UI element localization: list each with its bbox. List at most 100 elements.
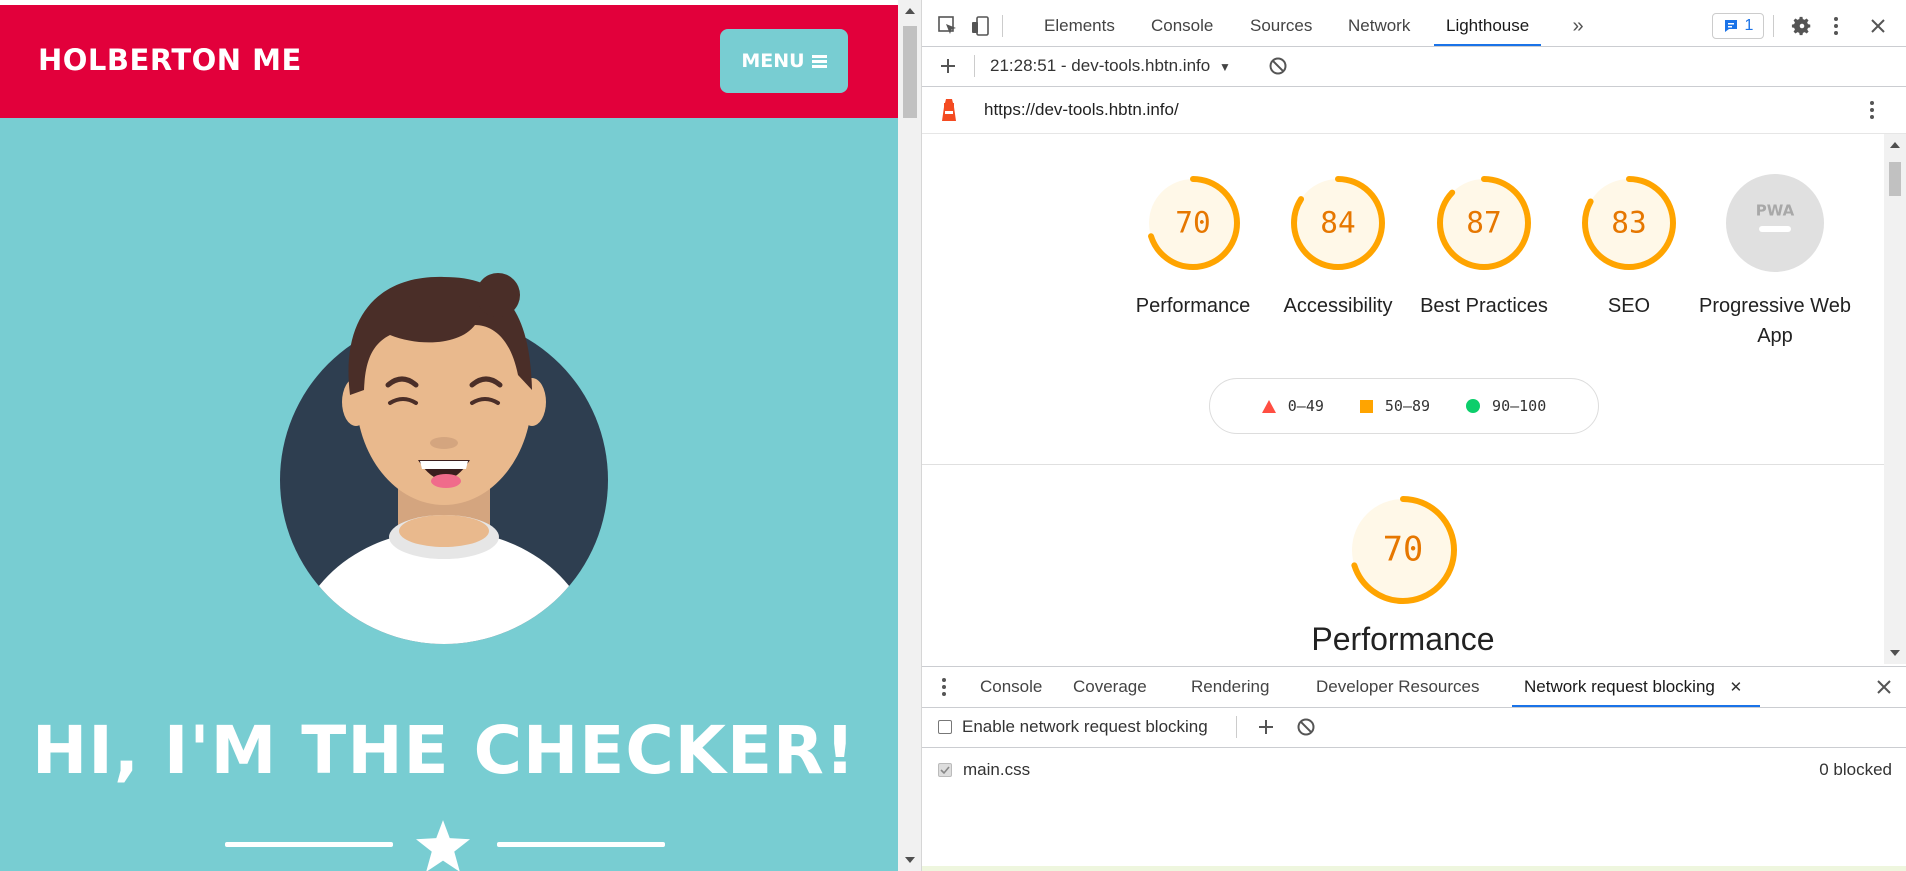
pwa-badge-text: PWA xyxy=(1756,202,1795,220)
drawer-menu-icon[interactable] xyxy=(932,675,956,699)
report-scrollbar-thumb[interactable] xyxy=(1889,162,1901,196)
blocked-pattern-row[interactable]: main.css 0 blocked xyxy=(922,752,1906,788)
score-ring: 70 xyxy=(1146,176,1240,270)
pwa-dash-icon xyxy=(1759,226,1791,232)
hero-heading: HI, I'M THE CHECKER! xyxy=(32,712,856,789)
tab-elements[interactable]: Elements xyxy=(1044,5,1115,46)
legend-pass-range: 90–100 xyxy=(1492,397,1547,415)
drawer-tab-developer-resources[interactable]: Developer Resources xyxy=(1316,667,1479,707)
gauge-pwa[interactable]: PWA Progressive Web App xyxy=(1695,174,1855,351)
menu-label: MENU xyxy=(741,50,805,72)
performance-big-gauge-value: 70 xyxy=(1383,530,1423,569)
message-icon xyxy=(1724,20,1737,32)
score-label: Progressive Web App xyxy=(1699,295,1851,347)
lighthouse-toolbar: 21:28:51 - dev-tools.hbtn.info ▼ xyxy=(922,46,1906,87)
drawer-tab-console[interactable]: Console xyxy=(980,667,1042,707)
avatar-illustration xyxy=(280,273,608,644)
scroll-down-arrow-icon[interactable] xyxy=(1890,650,1900,656)
star-icon xyxy=(416,820,470,871)
report-url-bar: https://dev-tools.hbtn.info/ xyxy=(922,87,1906,134)
pattern-checkbox[interactable] xyxy=(938,763,952,777)
score-label: SEO xyxy=(1607,295,1651,317)
legend-average-range: 50–89 xyxy=(1384,397,1431,415)
scrollbar-thumb[interactable] xyxy=(903,26,917,118)
circle-icon xyxy=(1466,399,1481,413)
menu-button[interactable]: MENU xyxy=(720,29,848,93)
report-menu-icon[interactable] xyxy=(1860,98,1884,122)
close-tab-icon[interactable]: ✕ xyxy=(1730,679,1743,696)
score-label: Accessibility xyxy=(1283,295,1393,317)
score-ring: 87 xyxy=(1437,176,1531,270)
score-ring: PWA xyxy=(1726,174,1824,272)
enable-blocking-label: Enable network request blocking xyxy=(962,717,1208,736)
report-selector-label: 21:28:51 - dev-tools.hbtn.info xyxy=(990,56,1211,75)
device-toolbar-icon[interactable] xyxy=(968,14,992,38)
section-divider xyxy=(922,464,1884,465)
score-label: Best Practices xyxy=(1420,295,1548,317)
add-pattern-plus-icon[interactable] xyxy=(1254,715,1278,739)
close-devtools-icon[interactable] xyxy=(1866,14,1890,38)
performance-section: 70 Performance xyxy=(1203,494,1603,658)
score-gauges: 70 Performance 84 Accessibility 87 Best Pra… xyxy=(922,134,1884,464)
star-divider xyxy=(220,820,670,871)
drawer-tabbar: Console Coverage Rendering Developer Res… xyxy=(922,666,1906,708)
remove-all-patterns-icon[interactable] xyxy=(1294,715,1318,739)
tab-lighthouse[interactable]: Lighthouse xyxy=(1434,5,1542,46)
score-ring: 84 xyxy=(1291,176,1385,270)
legend-fail-range: 0–49 xyxy=(1287,397,1324,415)
report-scrollbar[interactable] xyxy=(1884,134,1906,664)
gauge-performance[interactable]: 70 Performance xyxy=(1113,174,1273,321)
report-url[interactable]: https://dev-tools.hbtn.info/ xyxy=(984,100,1179,120)
tab-network[interactable]: Network xyxy=(1348,5,1410,46)
clear-reports-icon[interactable] xyxy=(1266,54,1290,78)
kebab-menu-icon[interactable] xyxy=(1824,14,1848,38)
enable-blocking-checkbox[interactable] xyxy=(938,720,952,734)
site-header: HOLBERTON ME MENU xyxy=(0,5,898,118)
new-report-plus-icon[interactable] xyxy=(936,54,960,78)
performance-big-gauge: 70 xyxy=(1349,496,1457,604)
blocking-toolbar: Enable network request blocking xyxy=(922,707,1906,748)
close-drawer-icon[interactable] xyxy=(1872,675,1896,699)
gauge-accessibility[interactable]: 84 Accessibility xyxy=(1258,174,1418,321)
scroll-up-arrow-icon[interactable] xyxy=(1890,142,1900,148)
performance-section-title: Performance xyxy=(1311,621,1495,657)
lighthouse-logo-icon xyxy=(942,99,956,121)
drawer-tab-rendering[interactable]: Rendering xyxy=(1191,667,1269,707)
drawer-tab-label: Network request blocking xyxy=(1524,677,1715,696)
score-ring-value: 84 xyxy=(1320,206,1355,240)
score-ring: 83 xyxy=(1582,176,1676,270)
legend-item-average: 50–89 xyxy=(1359,397,1431,415)
tab-sources[interactable]: Sources xyxy=(1250,5,1312,46)
issues-count: 1 xyxy=(1744,17,1754,34)
settings-gear-icon[interactable] xyxy=(1790,14,1814,38)
drawer-tab-network-request-blocking[interactable]: Network request blocking ✕ xyxy=(1512,667,1760,707)
pattern-text: main.css xyxy=(963,760,1031,779)
page-scrollbar[interactable] xyxy=(898,0,922,871)
triangle-icon xyxy=(1261,399,1276,413)
legend-item-pass: 90–100 xyxy=(1466,397,1546,415)
pattern-status: 0 blocked xyxy=(1819,760,1892,779)
inspect-element-icon[interactable] xyxy=(936,14,960,38)
site-brand[interactable]: HOLBERTON ME xyxy=(38,43,302,77)
window-bottom-edge xyxy=(922,866,1906,871)
scroll-up-arrow-icon[interactable] xyxy=(905,8,915,14)
gauge-seo[interactable]: 83 SEO xyxy=(1549,174,1709,321)
devtools-tabbar: Elements Console Sources Network Lightho… xyxy=(922,5,1906,47)
score-legend: 0–49 50–89 90–100 xyxy=(1209,378,1599,434)
devtools-panel: Elements Console Sources Network Lightho… xyxy=(922,0,1906,871)
report-selector[interactable]: 21:28:51 - dev-tools.hbtn.info ▼ xyxy=(990,56,1231,76)
dropdown-arrow-icon: ▼ xyxy=(1218,60,1231,74)
tab-console[interactable]: Console xyxy=(1151,5,1213,46)
score-ring-value: 70 xyxy=(1175,206,1210,240)
legend-item-fail: 0–49 xyxy=(1261,397,1324,415)
hamburger-icon xyxy=(811,54,827,68)
lighthouse-report: 70 Performance 84 Accessibility 87 Best Pra… xyxy=(922,134,1884,664)
gauge-best-practices[interactable]: 87 Best Practices xyxy=(1404,174,1564,321)
score-label: Performance xyxy=(1135,295,1251,317)
website-viewport: HOLBERTON ME MENU HI, I'M THE CHECKER! xyxy=(0,0,898,871)
more-tabs-icon[interactable]: » xyxy=(1566,14,1590,38)
scroll-down-arrow-icon[interactable] xyxy=(905,857,915,863)
issues-badge[interactable]: 1 xyxy=(1712,13,1764,39)
drawer-tab-coverage[interactable]: Coverage xyxy=(1073,667,1147,707)
score-ring-value: 87 xyxy=(1466,206,1501,240)
